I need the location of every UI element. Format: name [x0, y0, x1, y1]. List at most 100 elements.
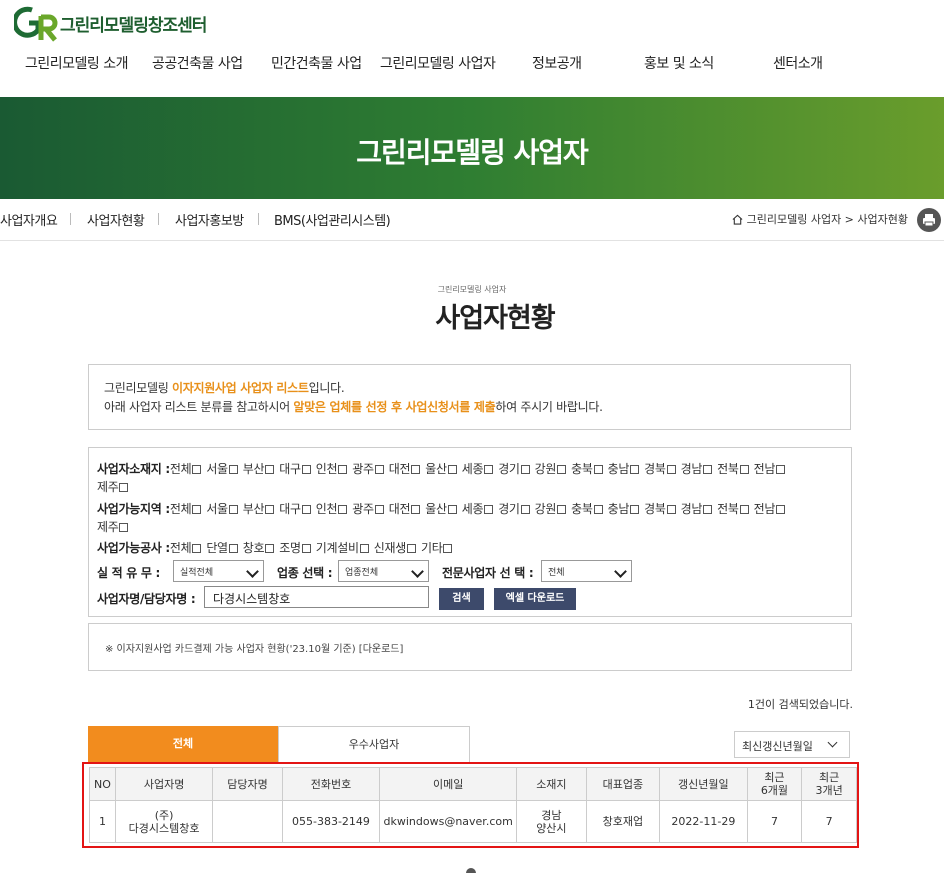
location-option[interactable]: 울산 [425, 462, 457, 476]
area-option[interactable]: 전남 [754, 502, 786, 516]
checkbox[interactable] [520, 505, 530, 514]
subnav-item-overview[interactable]: 사업자개요 [0, 210, 58, 229]
location-option[interactable]: 전체 [170, 462, 202, 476]
nav-item-center[interactable]: 센터소개 [773, 53, 823, 73]
checkbox[interactable] [776, 505, 786, 514]
checkbox[interactable] [411, 505, 421, 514]
checkbox[interactable] [739, 465, 749, 474]
checkbox[interactable] [776, 465, 786, 474]
checkbox[interactable] [593, 505, 603, 514]
checkbox[interactable] [119, 523, 129, 532]
checkbox[interactable] [374, 505, 384, 514]
location-option[interactable]: 경남 [681, 462, 713, 476]
subnav-item-status[interactable]: 사업자현황 [87, 210, 145, 229]
location-option[interactable]: 경북 [644, 462, 676, 476]
checkbox[interactable] [411, 465, 421, 474]
cell-company[interactable]: (주) 다경시스템창호 [114, 800, 214, 843]
table-row[interactable]: 1 (주) 다경시스템창호 055-383-2149 dkwindows@nav… [89, 800, 857, 843]
area-option[interactable]: 울산 [425, 502, 457, 516]
area-option[interactable]: 충남 [608, 502, 640, 516]
checkbox[interactable] [338, 465, 348, 474]
work-option[interactable]: 단열 [206, 541, 238, 555]
checkbox[interactable] [447, 505, 457, 514]
location-option[interactable]: 서울 [206, 462, 238, 476]
location-option[interactable]: 충북 [571, 462, 603, 476]
expert-select[interactable]: 전체 [541, 560, 632, 582]
checkbox[interactable] [484, 505, 494, 514]
checkbox[interactable] [228, 544, 238, 553]
location-option[interactable]: 경기 [498, 462, 530, 476]
work-option[interactable]: 기계설비 [316, 541, 370, 555]
area-option[interactable]: 인천 [316, 502, 348, 516]
checkbox[interactable] [192, 505, 202, 514]
location-option[interactable]: 대구 [279, 462, 311, 476]
checkbox[interactable] [301, 505, 311, 514]
tab-best[interactable]: 우수사업자 [278, 726, 470, 762]
checkbox[interactable] [301, 544, 311, 553]
location-option[interactable]: 충남 [608, 462, 640, 476]
location-option[interactable]: 광주 [352, 462, 384, 476]
subnav-item-bms[interactable]: BMS(사업관리시스템) [274, 210, 391, 229]
nav-item-private[interactable]: 민간건축물 사업 [271, 53, 362, 73]
area-option[interactable]: 대전 [389, 502, 421, 516]
work-option[interactable]: 신재생 [374, 541, 417, 555]
checkbox[interactable] [374, 465, 384, 474]
location-option[interactable]: 전북 [717, 462, 749, 476]
work-option[interactable]: 창호 [243, 541, 275, 555]
checkbox[interactable] [265, 505, 275, 514]
tab-all[interactable]: 전체 [88, 726, 278, 762]
area-option[interactable]: 경기 [498, 502, 530, 516]
area-option[interactable]: 부산 [243, 502, 275, 516]
name-search-input[interactable]: 다경시스템창호 [204, 586, 429, 608]
checkbox[interactable] [228, 465, 238, 474]
location-option[interactable]: 대전 [389, 462, 421, 476]
nav-item-intro[interactable]: 그린리모델링 소개 [25, 53, 129, 73]
checkbox[interactable] [338, 505, 348, 514]
area-option[interactable]: 충북 [571, 502, 603, 516]
area-option[interactable]: 광주 [352, 502, 384, 516]
checkbox[interactable] [301, 465, 311, 474]
location-option[interactable]: 전남 [754, 462, 786, 476]
checkbox[interactable] [192, 544, 202, 553]
excel-download-button[interactable]: 엑셀 다운로드 [494, 588, 576, 610]
type-select[interactable]: 업종전체 [338, 560, 429, 582]
checkbox[interactable] [406, 544, 416, 553]
record-select[interactable]: 실적전체 [173, 560, 264, 582]
checkbox[interactable] [666, 505, 676, 514]
checkbox[interactable] [666, 465, 676, 474]
checkbox[interactable] [630, 505, 640, 514]
checkbox[interactable] [119, 483, 129, 492]
area-option[interactable]: 전체 [170, 502, 202, 516]
checkbox[interactable] [265, 465, 275, 474]
checkbox[interactable] [520, 465, 530, 474]
area-option[interactable]: 경남 [681, 502, 713, 516]
subnav-item-promo[interactable]: 사업자홍보방 [175, 210, 244, 229]
checkbox[interactable] [228, 505, 238, 514]
checkbox[interactable] [557, 465, 567, 474]
checkbox[interactable] [630, 465, 640, 474]
card-payment-note[interactable]: ※ 이자지원사업 카드결제 가능 사업자 현황('23.10월 기준) [다운로… [88, 623, 852, 671]
work-option[interactable]: 기타 [421, 541, 453, 555]
site-logo[interactable]: 그린리모델링창조센터 [14, 4, 207, 42]
nav-item-public[interactable]: 공공건축물 사업 [152, 53, 243, 73]
area-option[interactable]: 전북 [717, 502, 749, 516]
checkbox[interactable] [703, 465, 713, 474]
location-option[interactable]: 강원 [535, 462, 567, 476]
checkbox[interactable] [739, 505, 749, 514]
work-option[interactable]: 전체 [170, 541, 202, 555]
checkbox[interactable] [192, 465, 202, 474]
checkbox[interactable] [703, 505, 713, 514]
nav-item-disclosure[interactable]: 정보공개 [532, 53, 582, 73]
checkbox[interactable] [359, 544, 369, 553]
location-option[interactable]: 인천 [316, 462, 348, 476]
checkbox[interactable] [447, 465, 457, 474]
checkbox[interactable] [557, 505, 567, 514]
area-option[interactable]: 제주 [97, 520, 129, 534]
checkbox[interactable] [593, 465, 603, 474]
location-option[interactable]: 세종 [462, 462, 494, 476]
checkbox[interactable] [443, 544, 453, 553]
work-option[interactable]: 조명 [279, 541, 311, 555]
location-option[interactable]: 부산 [243, 462, 275, 476]
checkbox[interactable] [484, 465, 494, 474]
area-option[interactable]: 강원 [535, 502, 567, 516]
